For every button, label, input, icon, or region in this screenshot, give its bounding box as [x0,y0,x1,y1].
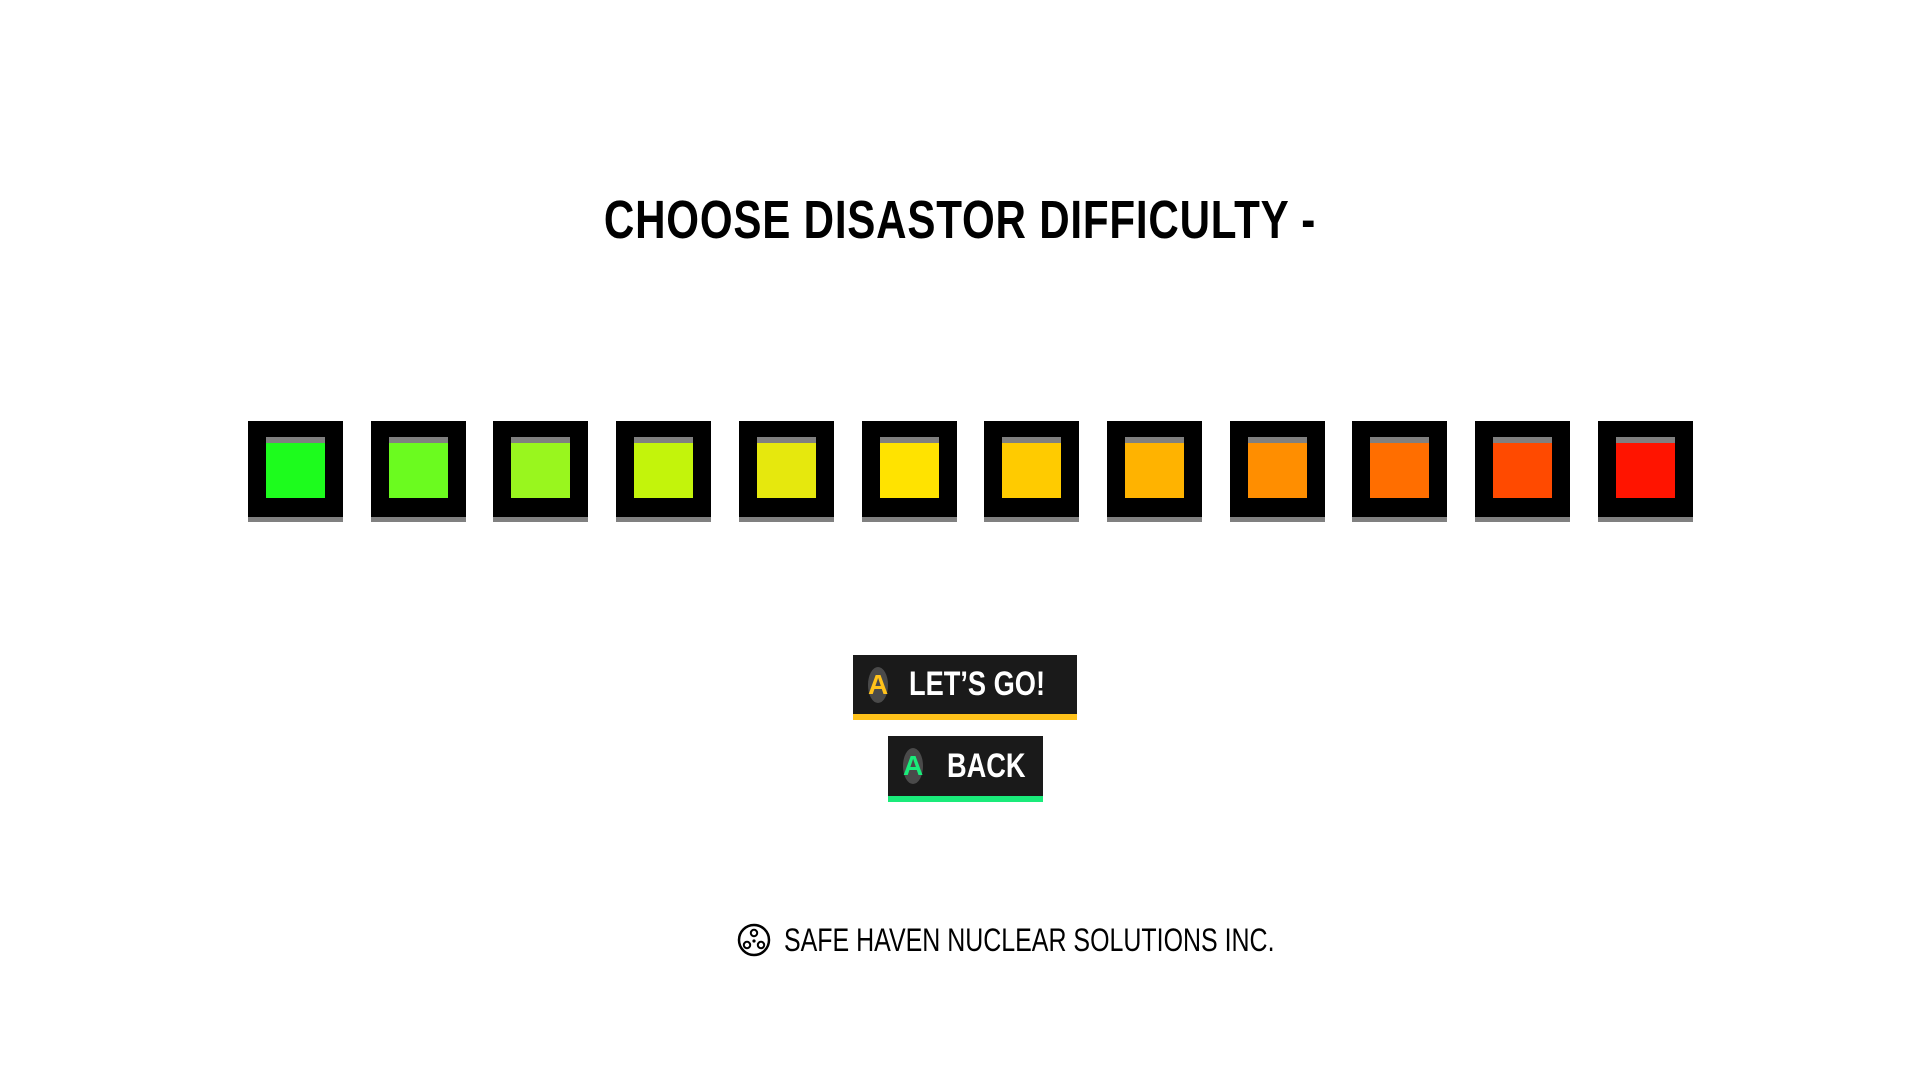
difficulty-level-7[interactable] [984,421,1079,522]
back-button[interactable]: A BACK [888,736,1043,802]
difficulty-level-12[interactable] [1598,421,1693,522]
lets-go-label: LET’S GO! [909,665,1046,703]
difficulty-level-11[interactable] [1475,421,1570,522]
level-color-swatch [389,443,448,498]
difficulty-level-10[interactable] [1352,421,1447,522]
level-color-swatch [1616,443,1675,498]
difficulty-level-5[interactable] [739,421,834,522]
level-color-swatch [1493,443,1552,498]
difficulty-level-6[interactable] [862,421,957,522]
difficulty-selector [248,421,1693,522]
level-color-swatch [880,443,939,498]
level-color-swatch [1370,443,1429,498]
level-color-swatch [266,443,325,498]
footer: SAFE HAVEN NUCLEAR SOLUTIONS INC. [0,918,1920,962]
difficulty-level-8[interactable] [1107,421,1202,522]
difficulty-level-9[interactable] [1230,421,1325,522]
level-color-swatch [1248,443,1307,498]
difficulty-level-4[interactable] [616,421,711,522]
level-color-swatch [1002,443,1061,498]
level-color-swatch [757,443,816,498]
difficulty-level-1[interactable] [248,421,343,522]
back-label: BACK [947,746,1026,785]
difficulty-level-2[interactable] [371,421,466,522]
a-button-icon: A [868,666,889,703]
level-color-swatch [634,443,693,498]
difficulty-screen: CHOOSE DISASTOR DIFFICULTY - A LET’S GO!… [0,0,1920,1080]
a-button-icon: A [903,748,924,784]
page-title: CHOOSE DISASTOR DIFFICULTY - [603,190,1317,250]
lets-go-button[interactable]: A LET’S GO! [853,655,1077,720]
level-color-swatch [1125,443,1184,498]
radiation-logo-icon [737,923,771,957]
difficulty-level-3[interactable] [493,421,588,522]
level-color-swatch [511,443,570,498]
company-name: SAFE HAVEN NUCLEAR SOLUTIONS INC. [784,921,1275,958]
